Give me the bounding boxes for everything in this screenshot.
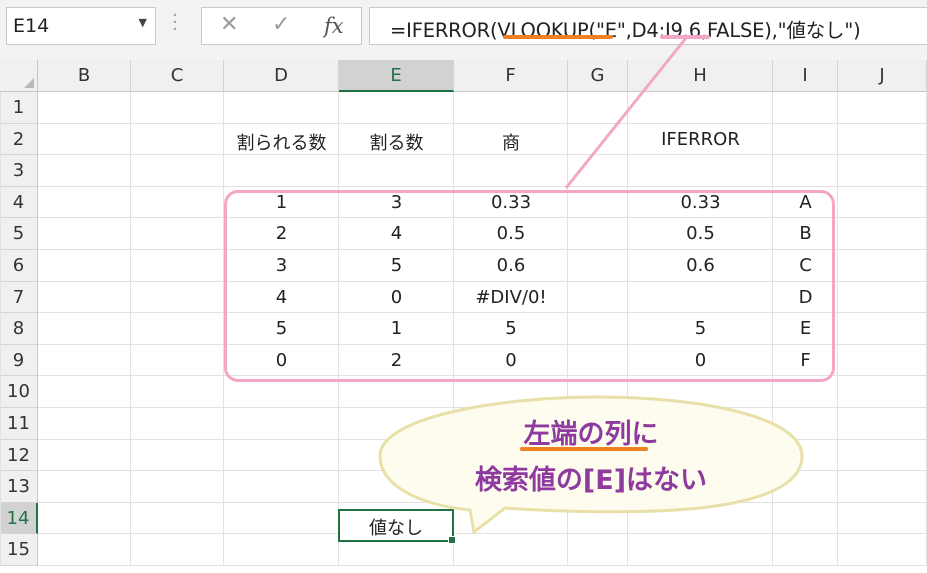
callout-underline bbox=[520, 447, 648, 451]
callout-line-2: 検索値の[E]はない bbox=[474, 465, 708, 496]
callout-line-1: 左端の列に bbox=[523, 419, 659, 450]
